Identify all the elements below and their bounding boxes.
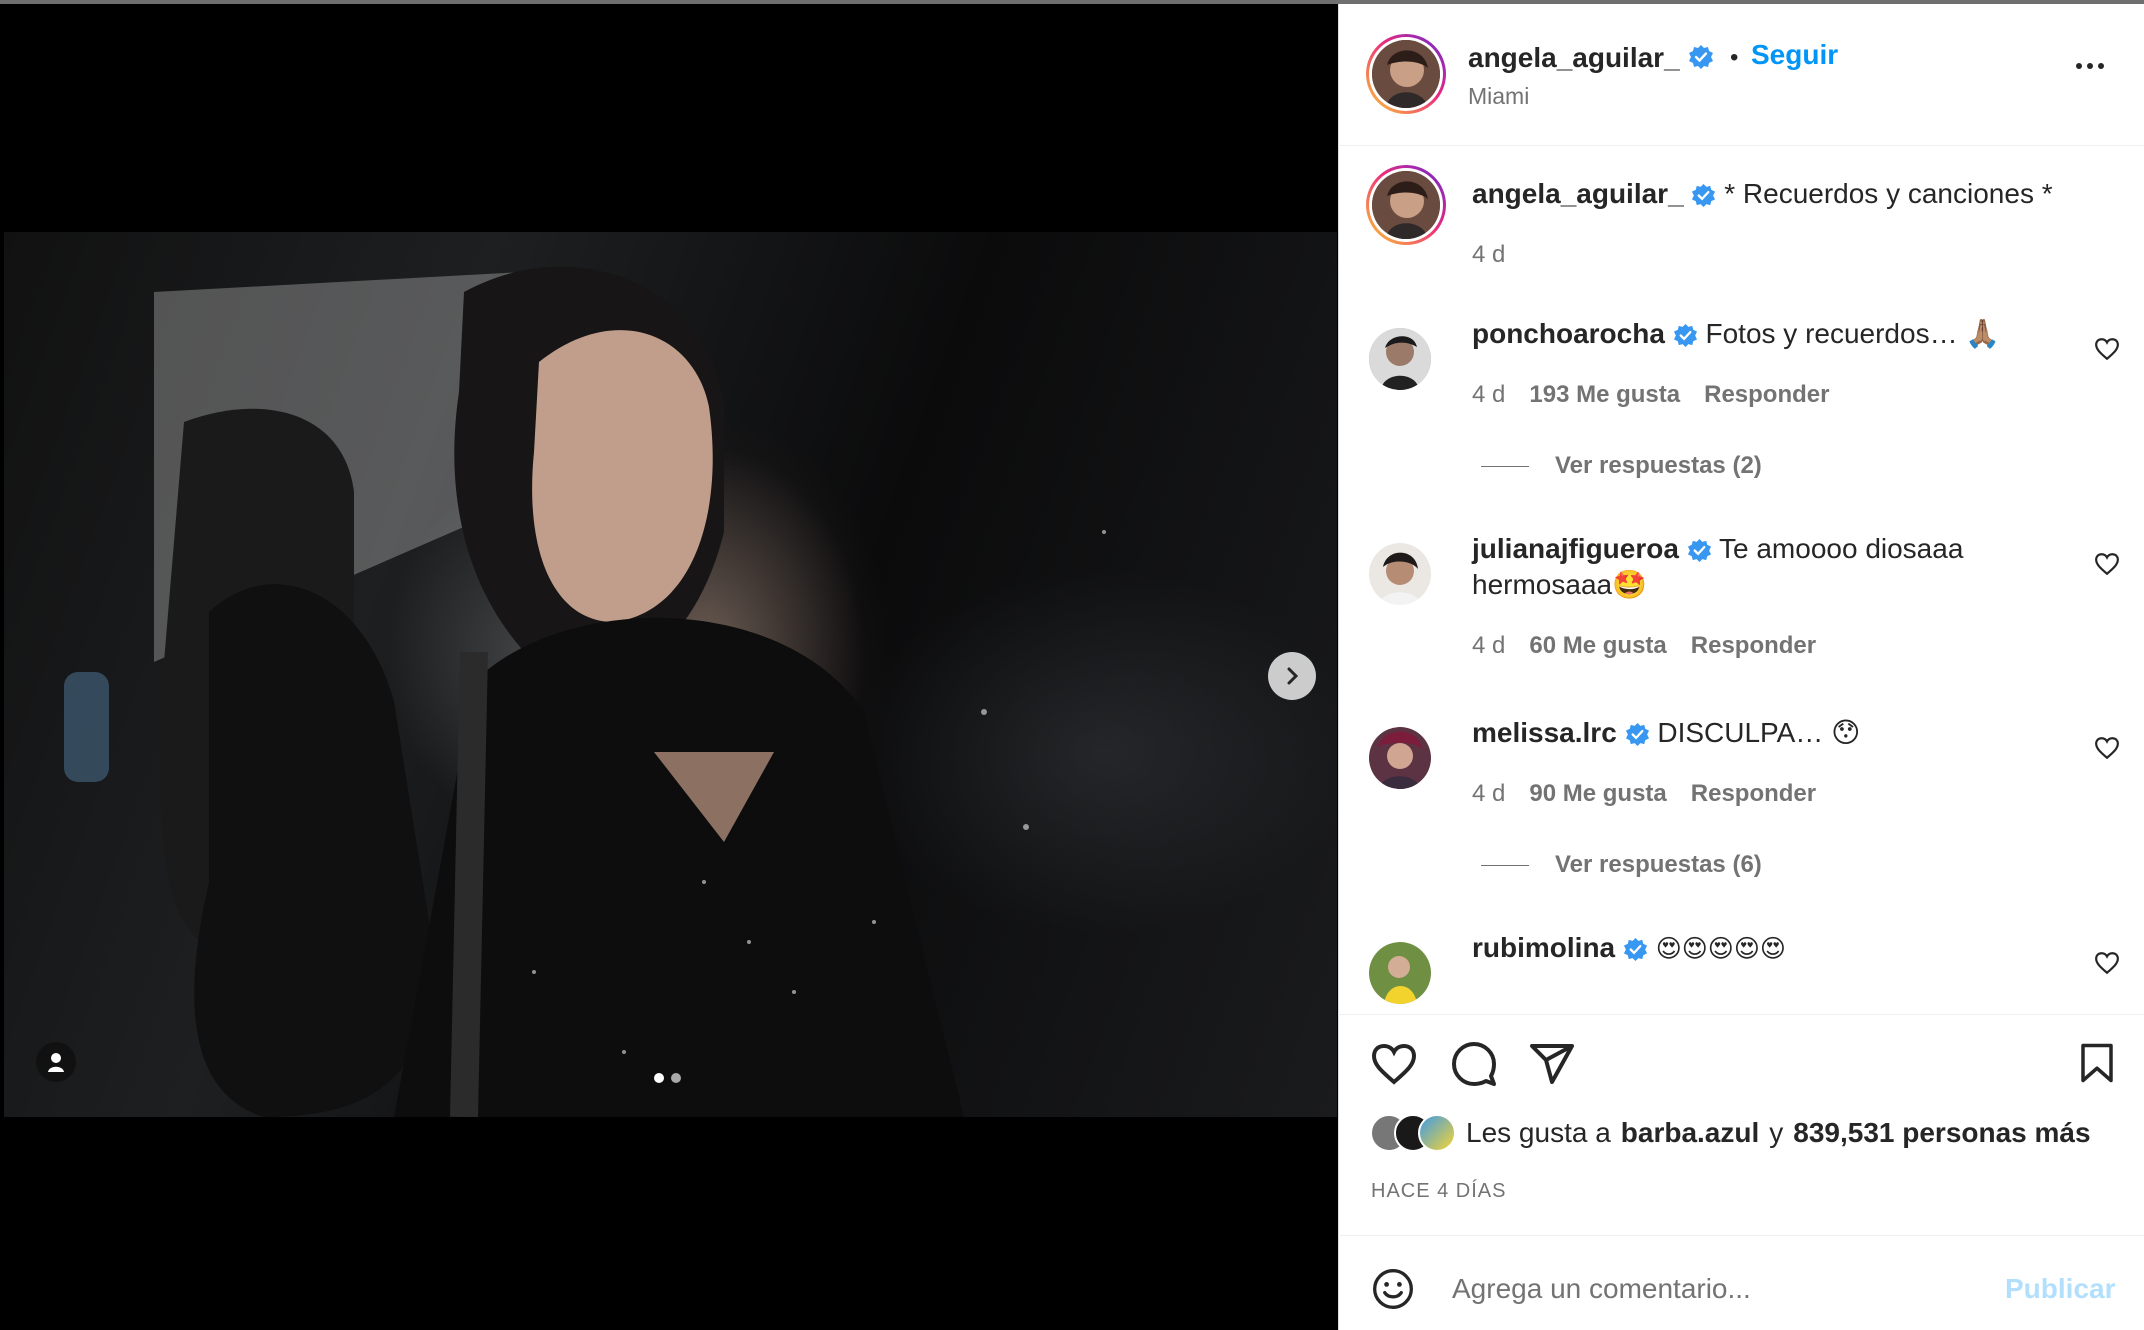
comments-section: angela_aguilar_ * Recuerdos y canciones … <box>1338 146 2144 1014</box>
next-photo-button[interactable] <box>1268 652 1316 700</box>
carousel-dot-1 <box>654 1073 664 1083</box>
comment-avatar[interactable] <box>1369 942 1431 1004</box>
carousel-dot-2 <box>671 1073 681 1083</box>
likes-summary[interactable]: Les gusta a barba.azul y 839,531 persona… <box>1370 1114 2091 1152</box>
publish-button[interactable]: Publicar <box>2005 1273 2115 1305</box>
verified-badge-icon <box>1625 723 1649 747</box>
liker-username[interactable]: barba.azul <box>1621 1117 1759 1149</box>
comment-avatar[interactable] <box>1369 328 1431 390</box>
comment-avatar[interactable] <box>1369 727 1431 789</box>
caption-text: angela_aguilar_ * Recuerdos y canciones … <box>1472 176 2112 212</box>
comment-likes[interactable]: 193 Me gusta <box>1529 381 1680 409</box>
comment-username[interactable]: rubimolina <box>1472 932 1615 963</box>
verified-badge-icon <box>1623 938 1647 962</box>
post-date: HACE 4 DÍAS <box>1371 1180 1507 1202</box>
heart-icon[interactable] <box>2094 336 2120 362</box>
comment-input[interactable] <box>1450 1266 1974 1312</box>
comment-body: DISCULPA… 😯 <box>1657 717 1861 748</box>
comment-time: 4 d <box>1472 381 1506 408</box>
comment-likes[interactable]: 90 Me gusta <box>1529 780 1666 808</box>
header-separator: • <box>1730 44 1739 71</box>
likes-count[interactable]: 839,531 personas más <box>1793 1117 2090 1149</box>
comment-time: 4 d <box>1472 632 1506 659</box>
caption-time: 4 d <box>1472 241 1506 268</box>
chevron-right-icon <box>1287 667 1299 685</box>
post-media <box>0 4 1337 1330</box>
comment-avatar[interactable] <box>1369 543 1431 605</box>
heart-icon[interactable] <box>2094 950 2120 976</box>
liker-avatars <box>1370 1114 1456 1152</box>
comment-username[interactable]: melissa.lrc <box>1472 717 1617 748</box>
caption-body: * Recuerdos y canciones * <box>1724 178 2053 209</box>
comment-username[interactable]: julianajfigueroa <box>1472 533 1679 564</box>
comment-time: 4 d <box>1472 780 1506 807</box>
author-avatar[interactable] <box>1366 34 1446 114</box>
post-sidebar: angela_aguilar_ • Seguir Miami angela_ag… <box>1338 4 2144 1330</box>
view-replies-button[interactable]: Ver respuestas (2) <box>1481 452 1762 480</box>
comment-body: 😍😍😍😍😍 <box>1655 935 1786 963</box>
post-photo <box>4 232 1337 1117</box>
comment-icon[interactable] <box>1450 1040 1498 1088</box>
photo-illustration <box>64 266 1106 1117</box>
reply-button[interactable]: Responder <box>1691 780 1816 808</box>
comment-username[interactable]: ponchoarocha <box>1472 318 1665 349</box>
verified-badge-icon <box>1673 324 1697 348</box>
comment-likes[interactable]: 60 Me gusta <box>1529 632 1666 660</box>
comment-text: melissa.lrc DISCULPA… 😯 <box>1472 715 2032 751</box>
caption-avatar[interactable] <box>1366 165 1446 245</box>
post-header: angela_aguilar_ • Seguir Miami <box>1338 4 2144 146</box>
verified-badge-icon <box>1692 184 1716 208</box>
bookmark-icon[interactable] <box>2076 1042 2118 1084</box>
comment-text: ponchoarocha Fotos y recuerdos… 🙏🏽 <box>1472 316 2032 352</box>
follow-button[interactable]: Seguir <box>1751 39 1838 71</box>
reply-button[interactable]: Responder <box>1704 381 1829 409</box>
heart-icon[interactable] <box>2094 735 2120 761</box>
heart-icon[interactable] <box>2094 551 2120 577</box>
composer-divider <box>1338 1235 2144 1236</box>
author-username[interactable]: angela_aguilar_ <box>1468 42 1680 74</box>
comment-meta: 4 d 90 Me gusta Responder <box>1472 780 1816 808</box>
user-tag-icon <box>48 1053 64 1072</box>
verified-badge-icon <box>1687 539 1711 563</box>
comment-body: Fotos y recuerdos… 🙏🏽 <box>1705 318 2001 349</box>
likes-prefix: Les gusta a <box>1466 1117 1611 1148</box>
more-options-icon[interactable] <box>2076 63 2104 69</box>
share-icon[interactable] <box>1528 1040 1576 1088</box>
reply-button[interactable]: Responder <box>1691 632 1816 660</box>
comment-text: rubimolina 😍😍😍😍😍 <box>1472 930 2032 967</box>
carousel-indicator <box>654 1073 681 1083</box>
caption-avatar-image <box>1372 171 1440 239</box>
comment-meta: 4 d 60 Me gusta Responder <box>1472 632 1816 660</box>
caption-username[interactable]: angela_aguilar_ <box>1472 178 1684 209</box>
likes-joiner: y <box>1769 1117 1784 1148</box>
actions-divider <box>1338 1014 2144 1015</box>
tagged-users-button[interactable] <box>36 1042 76 1082</box>
comment-meta: 4 d 193 Me gusta Responder <box>1472 381 1829 409</box>
verified-badge-icon <box>1689 45 1713 69</box>
author-avatar-image <box>1372 40 1440 108</box>
heart-icon[interactable] <box>1370 1040 1418 1088</box>
post-location[interactable]: Miami <box>1468 83 1529 110</box>
view-replies-button[interactable]: Ver respuestas (6) <box>1481 851 1762 879</box>
emoji-icon[interactable] <box>1371 1267 1415 1311</box>
comment-text: julianajfigueroa Te amoooo diosaaa hermo… <box>1472 531 2052 603</box>
